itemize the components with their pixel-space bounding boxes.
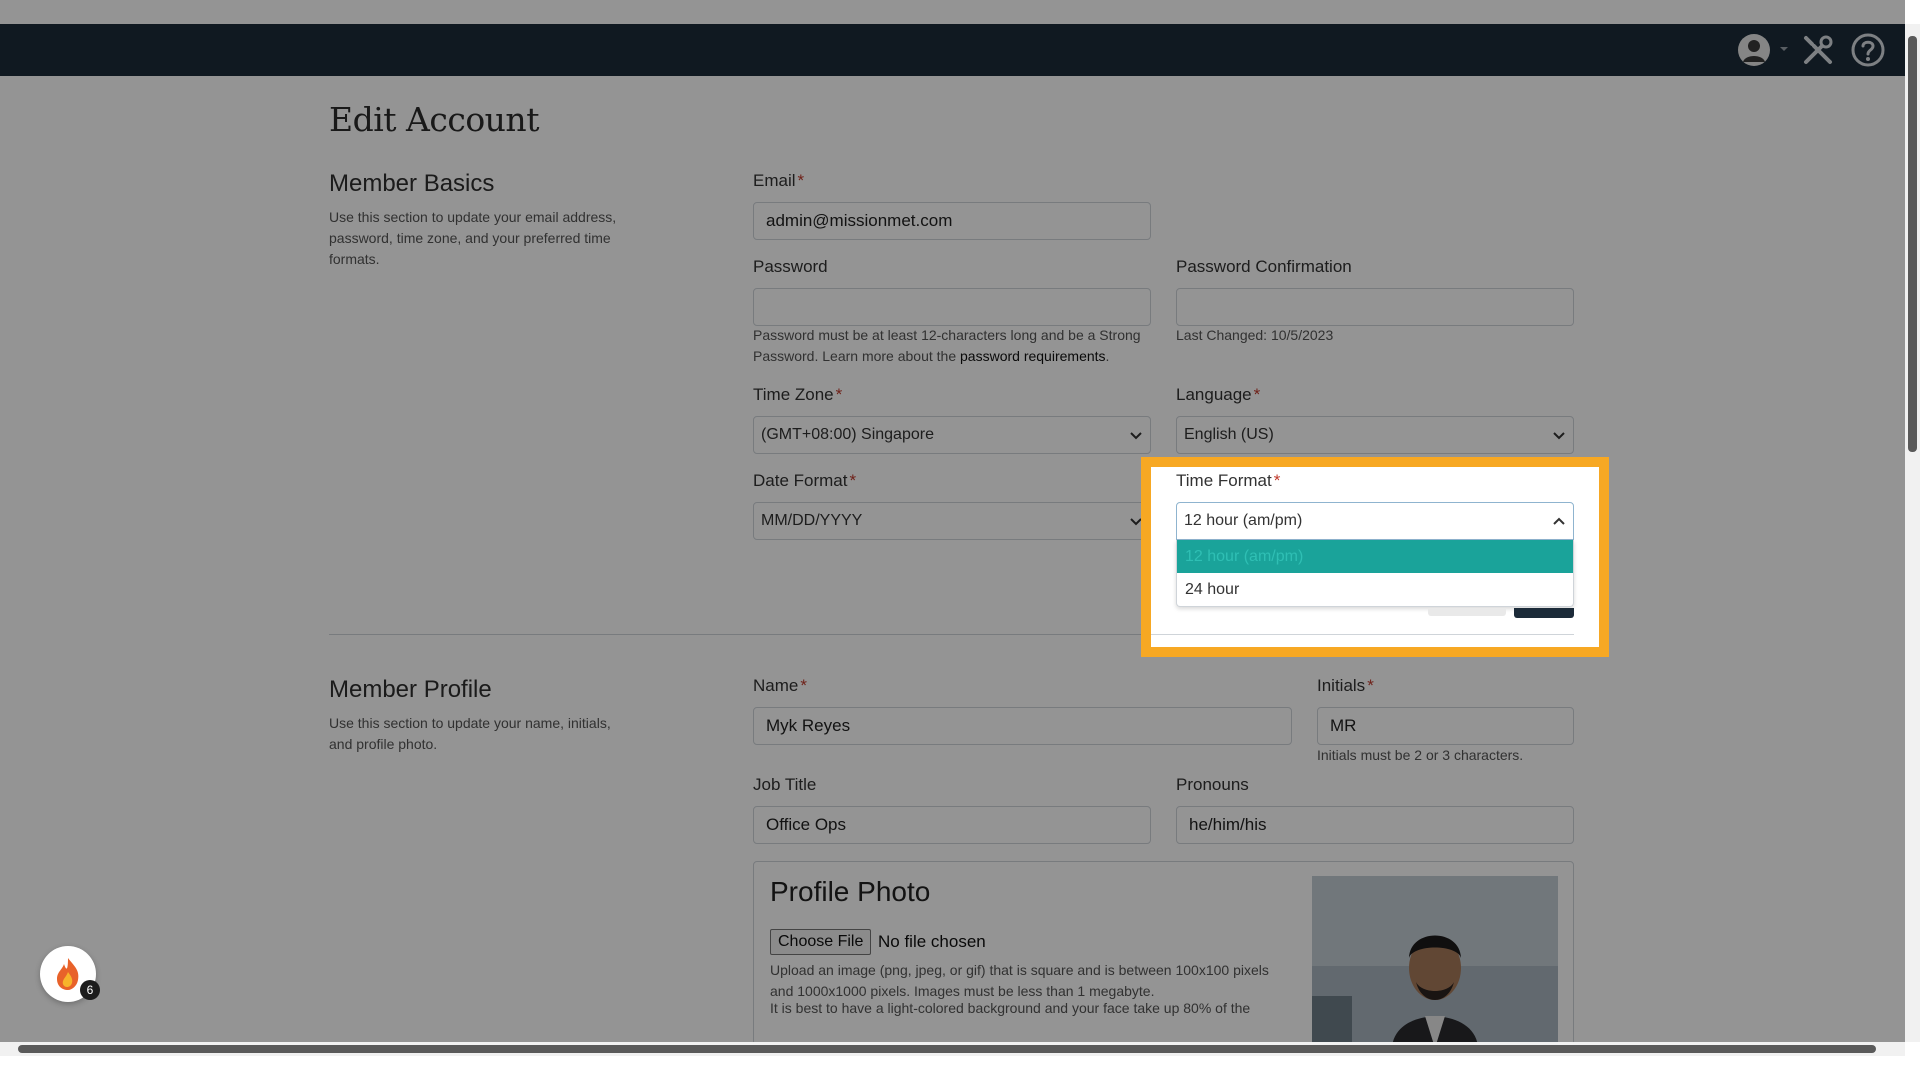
password-hint: Password must be at least 12-characters … [753,327,1141,364]
time-zone-select[interactable]: (GMT+08:00) Singapore [753,416,1151,454]
time-format-select[interactable]: 12 hour (am/pm) [1176,502,1574,540]
top-strip [0,0,1920,24]
language-label: Language * [1176,385,1261,404]
time-format-option-12h[interactable]: 12 hour (am/pm) [1177,540,1573,573]
time-format-value: 12 hour (am/pm) [1184,512,1303,529]
password-field[interactable] [753,288,1151,326]
initials-hint: Initials must be 2 or 3 characters. [1317,747,1524,763]
profile-photo-image [1312,876,1558,1042]
initials-field[interactable]: MR [1317,707,1574,745]
profile-photo-card: Profile Photo Choose File No file chosen… [753,861,1574,1042]
email-field[interactable]: admin@missionmet.com [753,202,1151,240]
caret-down-icon[interactable] [1777,42,1791,56]
initials-label: Initials * [1317,676,1374,695]
member-profile-title: Member Profile [329,676,492,703]
pronouns-field[interactable]: he/him/his [1176,806,1574,844]
no-file-chosen-text: No file chosen [878,932,986,951]
tools-icon[interactable] [1800,32,1836,68]
help-icon[interactable] [1850,32,1886,68]
name-field[interactable]: Myk Reyes [753,707,1292,745]
page-title: Edit Account [329,100,539,139]
member-profile-description: Use this section to update your name, in… [329,715,611,752]
password-confirmation-field[interactable] [1176,288,1574,326]
member-basics-description: Use this section to update your email ad… [329,209,617,267]
date-format-select[interactable]: MM/DD/YYYY [753,502,1151,540]
member-basics-title: Member Basics [329,170,495,197]
language-select[interactable]: English (US) [1176,416,1574,454]
date-format-value: MM/DD/YYYY [761,512,863,529]
profile-photo-title: Profile Photo [770,876,931,907]
language-value: English (US) [1184,426,1274,443]
top-navbar [0,24,1905,76]
time-format-label: Time Format * [1176,471,1281,490]
divider-fragment [1151,634,1574,635]
photo-background-hint: It is best to have a light-colored backg… [770,1000,1251,1016]
job-title-field[interactable]: Office Ops [753,806,1151,844]
name-label: Name * [753,676,807,695]
chevron-up-icon [1553,517,1565,525]
pronouns-label: Pronouns [1176,775,1249,794]
cancel-button-edge[interactable] [1428,608,1506,616]
browser-viewport: Edit Account Member Basics Use this sect… [0,0,1920,1080]
streak-count-badge: 6 [80,980,100,1000]
password-last-changed: Last Changed: 10/5/2023 [1176,327,1334,343]
user-avatar-icon[interactable] [1736,32,1772,68]
time-format-option-24h[interactable]: 24 hour [1177,573,1573,606]
password-label: Password [753,257,828,276]
password-requirements-link[interactable]: password requirements [960,348,1106,364]
time-format-options: 12 hour (am/pm) 24 hour [1176,540,1574,607]
chevron-down-icon [1553,432,1565,440]
time-zone-value: (GMT+08:00) Singapore [761,426,934,443]
date-format-label: Date Format * [753,471,857,490]
photo-upload-hint: Upload an image (png, jpeg, or gif) that… [770,962,1269,999]
horizontal-scrollbar-thumb[interactable] [18,1045,1876,1053]
password-confirmation-label: Password Confirmation [1176,257,1352,276]
time-zone-label: Time Zone * [753,385,843,404]
vertical-scrollbar-thumb[interactable] [1908,36,1917,452]
edit-account-page: Edit Account Member Basics Use this sect… [0,76,1905,1042]
horizontal-scrollbar[interactable] [0,1042,1905,1056]
vertical-scrollbar[interactable] [1905,24,1920,1042]
job-title-label: Job Title [753,775,817,794]
chevron-down-icon [1130,432,1142,440]
save-button-edge[interactable] [1514,608,1574,618]
bottom-strip [0,1056,1920,1080]
choose-file-button[interactable]: Choose File [770,929,872,955]
email-label: Email * [753,171,805,190]
